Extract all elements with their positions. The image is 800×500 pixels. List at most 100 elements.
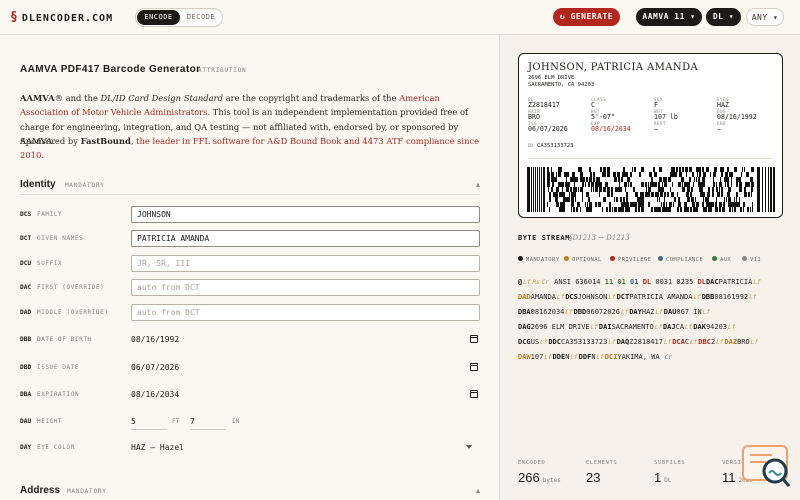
barcode-module: [573, 192, 576, 197]
field-row-dbb: DBB DATE OF BIRTH 08/16/1992: [20, 331, 480, 349]
given-names-input[interactable]: PATRICIA AMANDA: [131, 230, 480, 247]
logo[interactable]: § DLENCODER.COM: [10, 10, 113, 25]
height-inches-input[interactable]: 7: [190, 417, 195, 426]
address-section-header[interactable]: Address MANDATORY ▴: [20, 481, 480, 500]
date-of-birth-input[interactable]: 08/16/1992: [131, 335, 480, 344]
element-value: US: [530, 338, 540, 346]
barcode-module: [625, 207, 627, 212]
standard-select[interactable]: AAMVA 11 ▾: [636, 8, 702, 26]
element-code: DDC: [548, 338, 561, 346]
barcode-module: [603, 167, 606, 172]
barcode-module: [602, 172, 604, 177]
barcode-module: [582, 182, 584, 187]
legend-item: MANDATORY: [518, 256, 559, 263]
encode-tab[interactable]: ENCODE: [137, 10, 180, 25]
collapse-caret-icon[interactable]: ▴: [476, 486, 480, 495]
barcode-module: [678, 202, 681, 207]
barcode-module: [622, 172, 625, 177]
subfile-type-token: DL: [642, 278, 652, 286]
barcode-module: [641, 197, 642, 202]
barcode-module: [603, 187, 606, 192]
generate-button[interactable]: ↻ GENERATE: [553, 8, 620, 26]
barcode-module: [612, 207, 613, 212]
barcode-module: [632, 167, 633, 172]
barcode-module: [710, 172, 711, 177]
barcode-module: [661, 187, 664, 192]
barcode-module: [640, 197, 641, 202]
barcode-module: [672, 182, 673, 187]
legend-label: OPTIONAL: [572, 257, 602, 263]
identity-section-header[interactable]: Identity MANDATORY ▴: [20, 175, 480, 195]
top-bar: § DLENCODER.COM ENCODE DECODE ↻ GENERATE …: [0, 0, 800, 35]
chevron-down-icon[interactable]: [466, 445, 472, 449]
card-address-line1: 2696 ELM DRIVE: [528, 75, 575, 81]
inspect-icon[interactable]: [742, 444, 790, 488]
barcode-module: [616, 197, 618, 202]
barcode-module: [604, 172, 605, 177]
barcode-module: [693, 182, 694, 187]
element-code: DAJ: [662, 323, 676, 331]
barcode-module: [673, 202, 674, 207]
doc-type-select[interactable]: DL ▾: [706, 8, 741, 26]
first-override-input[interactable]: auto from DCT: [131, 279, 480, 296]
intro-text: are the copyright and trademarks of the: [222, 93, 400, 103]
barcode-module: [678, 182, 681, 187]
calendar-icon[interactable]: [470, 363, 478, 371]
barcode-module: [691, 187, 693, 192]
barcode-module: [724, 197, 725, 202]
control-char: Cr: [541, 279, 549, 286]
element-value: 2: [710, 338, 716, 346]
barcode-module: [537, 167, 538, 212]
barcode-module: [551, 177, 554, 182]
barcode-module: [614, 207, 615, 212]
barcode-module: [549, 182, 550, 187]
eye-color-select[interactable]: HAZ — Hazel: [131, 443, 480, 452]
suffix-input[interactable]: JR, SR, III: [131, 255, 480, 272]
barcode-module: [589, 202, 591, 207]
family-name-input[interactable]: JOHNSON: [131, 206, 480, 223]
jurisdiction-version-token: 01: [617, 278, 626, 286]
state-select[interactable]: ANY ▾: [746, 8, 784, 26]
height-feet-underline: [131, 429, 167, 430]
barcode-module: [703, 172, 706, 177]
calendar-icon[interactable]: [470, 390, 478, 398]
element-value: CA353133723: [560, 338, 608, 346]
barcode-module: [684, 182, 687, 187]
legend-label: AUX: [720, 257, 732, 263]
decode-tab[interactable]: DECODE: [180, 10, 222, 25]
iin-token: 636014: [575, 278, 601, 286]
collapse-caret-icon[interactable]: ▴: [476, 180, 480, 189]
barcode-module: [685, 167, 688, 172]
barcode-module: [654, 172, 657, 177]
barcode-module: [661, 202, 662, 207]
barcode-module: [698, 167, 701, 172]
barcode-module: [621, 207, 624, 212]
barcode-module: [677, 207, 679, 212]
expiration-input[interactable]: 08/16/2034: [131, 390, 480, 399]
calendar-icon[interactable]: [470, 335, 478, 343]
barcode-module: [658, 192, 659, 197]
barcode-module: [708, 197, 709, 202]
barcode-module: [588, 197, 590, 202]
barcode-module: [729, 207, 731, 212]
field-label: GIVEN NAMES: [37, 235, 84, 242]
barcode-module: [770, 167, 772, 212]
card-height: 5'-07": [591, 113, 615, 121]
barcode-module: [744, 167, 745, 172]
barcode-module: [599, 192, 600, 197]
barcode-module: [716, 187, 718, 192]
middle-override-input[interactable]: auto from DCT: [131, 304, 480, 321]
barcode-module: [570, 187, 572, 192]
field-code: DCS: [20, 211, 32, 218]
stat-value: 266: [518, 470, 540, 485]
barcode-module: [609, 202, 611, 207]
barcode-module: [727, 182, 729, 187]
height-feet-input[interactable]: 5: [131, 417, 136, 426]
barcode-module: [736, 192, 738, 197]
issue-date-input[interactable]: 06/07/2026: [131, 363, 480, 372]
barcode-module: [680, 207, 682, 212]
barcode-module: [725, 172, 728, 177]
barcode-module: [626, 192, 627, 197]
barcode-module: [733, 202, 734, 207]
field-label: HEIGHT: [37, 418, 63, 425]
